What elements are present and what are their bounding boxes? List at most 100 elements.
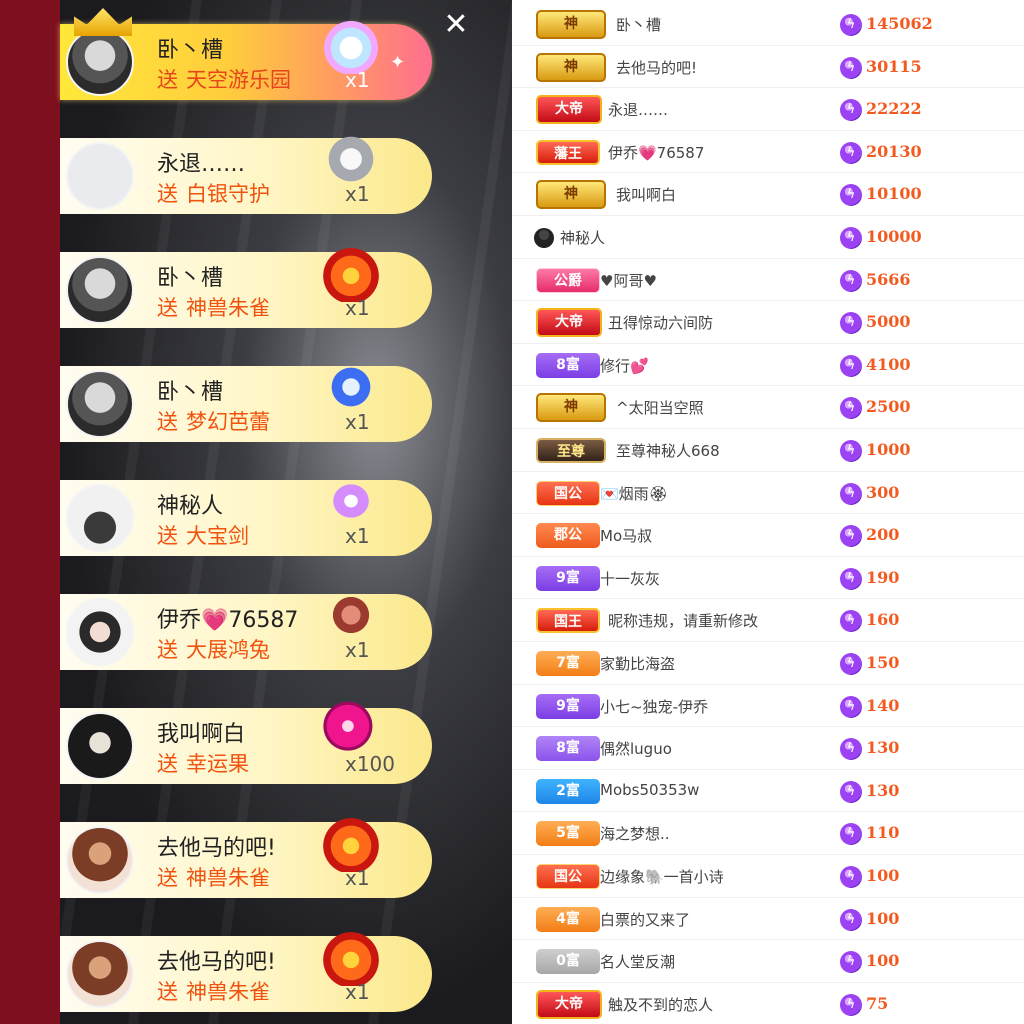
user-name: 去他马的吧!: [616, 58, 698, 77]
avatar[interactable]: [66, 28, 134, 96]
contribution-score: 5666: [866, 269, 911, 289]
ranking-row[interactable]: 0富 名人堂反潮 ϟ 100: [512, 940, 1024, 983]
ranking-row[interactable]: 神秘人 ϟ 10000: [512, 216, 1024, 259]
rank-badge: 4富: [536, 906, 600, 932]
avatar[interactable]: [66, 940, 134, 1008]
avatar[interactable]: [66, 370, 134, 438]
user-name: 十一灰灰: [600, 569, 661, 588]
gift-name: 梦幻芭蕾: [186, 410, 270, 434]
sender-name: 卧丶槽: [157, 266, 224, 291]
ranking-row[interactable]: 神去他马的吧! ϟ 30115: [512, 46, 1024, 89]
avatar[interactable]: [66, 142, 134, 210]
contribution-score: 10100: [866, 184, 922, 204]
user-name: Mo马叔: [600, 527, 653, 546]
sender-name: 去他马的吧!: [157, 836, 276, 861]
user-name: 边缘象🐘一首小诗: [600, 868, 724, 886]
ranking-row[interactable]: 5富 海之梦想.. ϟ 110: [512, 812, 1024, 855]
gift-count: x1: [345, 524, 370, 548]
avatar[interactable]: [66, 256, 134, 324]
coin-icon: ϟ: [840, 99, 862, 122]
gift-line: 送梦幻芭蕾: [157, 406, 270, 436]
contribution-score: 190: [866, 567, 900, 587]
user-name: 触及不到的恋人: [608, 995, 714, 1014]
contribution-score: 100: [866, 908, 900, 928]
rank-badge: 8富: [536, 736, 600, 762]
ranking-row[interactable]: 神我叫啊白 ϟ 10100: [512, 173, 1024, 216]
gift-message-card[interactable]: 卧丶槽送梦幻芭蕾 x1: [60, 358, 432, 442]
ranking-row[interactable]: 至尊 至尊神秘人668 ϟ 1000: [512, 429, 1024, 472]
ranking-row[interactable]: 郡公 Mo马叔 ϟ 200: [512, 514, 1024, 557]
ranking-row[interactable]: 9富 十一灰灰 ϟ 190: [512, 557, 1024, 600]
avatar[interactable]: [66, 484, 134, 552]
gift-name: 神兽朱雀: [186, 296, 270, 320]
ranking-row[interactable]: 8富 偶然luguo ϟ 130: [512, 727, 1024, 770]
user-name: Mobs50353w: [600, 780, 700, 799]
contribution-score: 1000: [866, 440, 911, 459]
coin-icon: ϟ: [840, 823, 862, 846]
avatar[interactable]: [66, 712, 134, 780]
rank-badge: 8富: [536, 352, 600, 378]
send-label: 送: [157, 182, 178, 206]
gift-message-card[interactable]: 永退…… 送白银守护 x1: [60, 130, 432, 214]
contribution-score: 160: [866, 610, 900, 630]
coin-icon: ϟ: [840, 908, 862, 931]
coin-icon: ϟ: [840, 56, 862, 79]
gift-name: 白银守护: [186, 182, 270, 206]
contribution-score: 5000: [866, 312, 911, 332]
send-label: 送: [157, 752, 178, 776]
rank-badge: 郡公: [536, 523, 600, 549]
user-name: 家勤比海盗: [600, 655, 676, 673]
ranking-row[interactable]: 公爵 ♥阿哥♥ ϟ 5666: [512, 259, 1024, 302]
gift-message-card[interactable]: 卧丶槽送神兽朱雀 x1: [60, 244, 432, 328]
coin-icon: ϟ: [840, 610, 862, 633]
gift-message-card[interactable]: 去他马的吧! 送神兽朱雀 x1: [60, 928, 432, 1012]
sender-name: 伊乔💗76587: [157, 608, 299, 633]
ranking-row[interactable]: 大帝 丑得惊动六间防 ϟ 5000: [512, 301, 1024, 344]
gift-name: 天空游乐园: [186, 68, 291, 92]
contribution-score: 140: [866, 695, 900, 715]
send-label: 送: [157, 524, 178, 548]
gift-count: x1: [345, 182, 370, 206]
rank-badge: 至尊: [536, 438, 606, 463]
contribution-score: 150: [866, 653, 900, 672]
sender-name: 神秘人: [157, 494, 224, 519]
contribution-score: 10000: [866, 227, 922, 246]
ranking-row[interactable]: 8富 修行💕 ϟ 4100: [512, 344, 1024, 387]
phoenix-icon: [320, 814, 382, 872]
ranking-row[interactable]: 神 ^太阳当空照 ϟ 2500: [512, 386, 1024, 429]
ranking-row[interactable]: 国王 昵称违规，请重新修改 ϟ 160: [512, 599, 1024, 642]
ranking-row[interactable]: 大帝 触及不到的恋人 ϟ 75: [512, 983, 1024, 1024]
ranking-row[interactable]: 9富 小七~独宠-伊乔 ϟ 140: [512, 685, 1024, 728]
ranking-row[interactable]: 国公 💌烟雨🏵 ϟ 300: [512, 472, 1024, 515]
close-button[interactable]: ✕: [440, 10, 472, 42]
contribution-score: 75: [866, 993, 889, 1013]
ranking-row[interactable]: 4富 白票的又来了 ϟ 100: [512, 898, 1024, 941]
ranking-row[interactable]: 2富 Mobs50353w ϟ 130: [512, 770, 1024, 813]
rank-badge: 国公: [536, 480, 600, 506]
gift-message-card[interactable]: 我叫啊白送幸运果 x100: [60, 700, 432, 784]
contribution-score: 30115: [866, 56, 922, 76]
user-name: 我叫啊白: [616, 186, 677, 205]
sender-name: 永退……: [157, 152, 246, 177]
gift-message-card[interactable]: 去他马的吧! 送神兽朱雀 x1: [60, 814, 432, 898]
gift-message-card[interactable]: 神秘人送大宝剑 x1: [60, 472, 432, 556]
ranking-row[interactable]: 大帝 永退…… ϟ 22222: [512, 88, 1024, 131]
gift-message-card[interactable]: 伊乔💗76587 送大展鸿兔 x1: [60, 586, 432, 670]
sender-name: 去他马的吧!: [157, 950, 276, 975]
avatar[interactable]: [66, 598, 134, 666]
ranking-row[interactable]: 7富 家勤比海盗 ϟ 150: [512, 642, 1024, 685]
ranking-row[interactable]: 神卧丶槽 ϟ 145062: [512, 3, 1024, 46]
rank-badge: 神: [536, 52, 606, 82]
ranking-row[interactable]: 国公 边缘象🐘一首小诗 ϟ 100: [512, 855, 1024, 898]
contribution-score: 200: [866, 525, 900, 545]
gift-name: 神兽朱雀: [186, 980, 270, 1004]
send-label: 送: [157, 638, 178, 662]
user-name: ^太阳当空照: [616, 399, 704, 418]
contribution-score: 20130: [866, 141, 922, 161]
ranking-row[interactable]: 藩王 伊乔💗76587 ϟ 20130: [512, 131, 1024, 174]
gift-message-card[interactable]: 卧丶槽送天空游乐园 ✦ x1: [60, 8, 432, 100]
avatar[interactable]: [66, 826, 134, 894]
phoenix-icon: [320, 928, 382, 986]
gift-line: 送大展鸿兔: [157, 634, 270, 664]
contribution-score: 100: [866, 951, 900, 971]
